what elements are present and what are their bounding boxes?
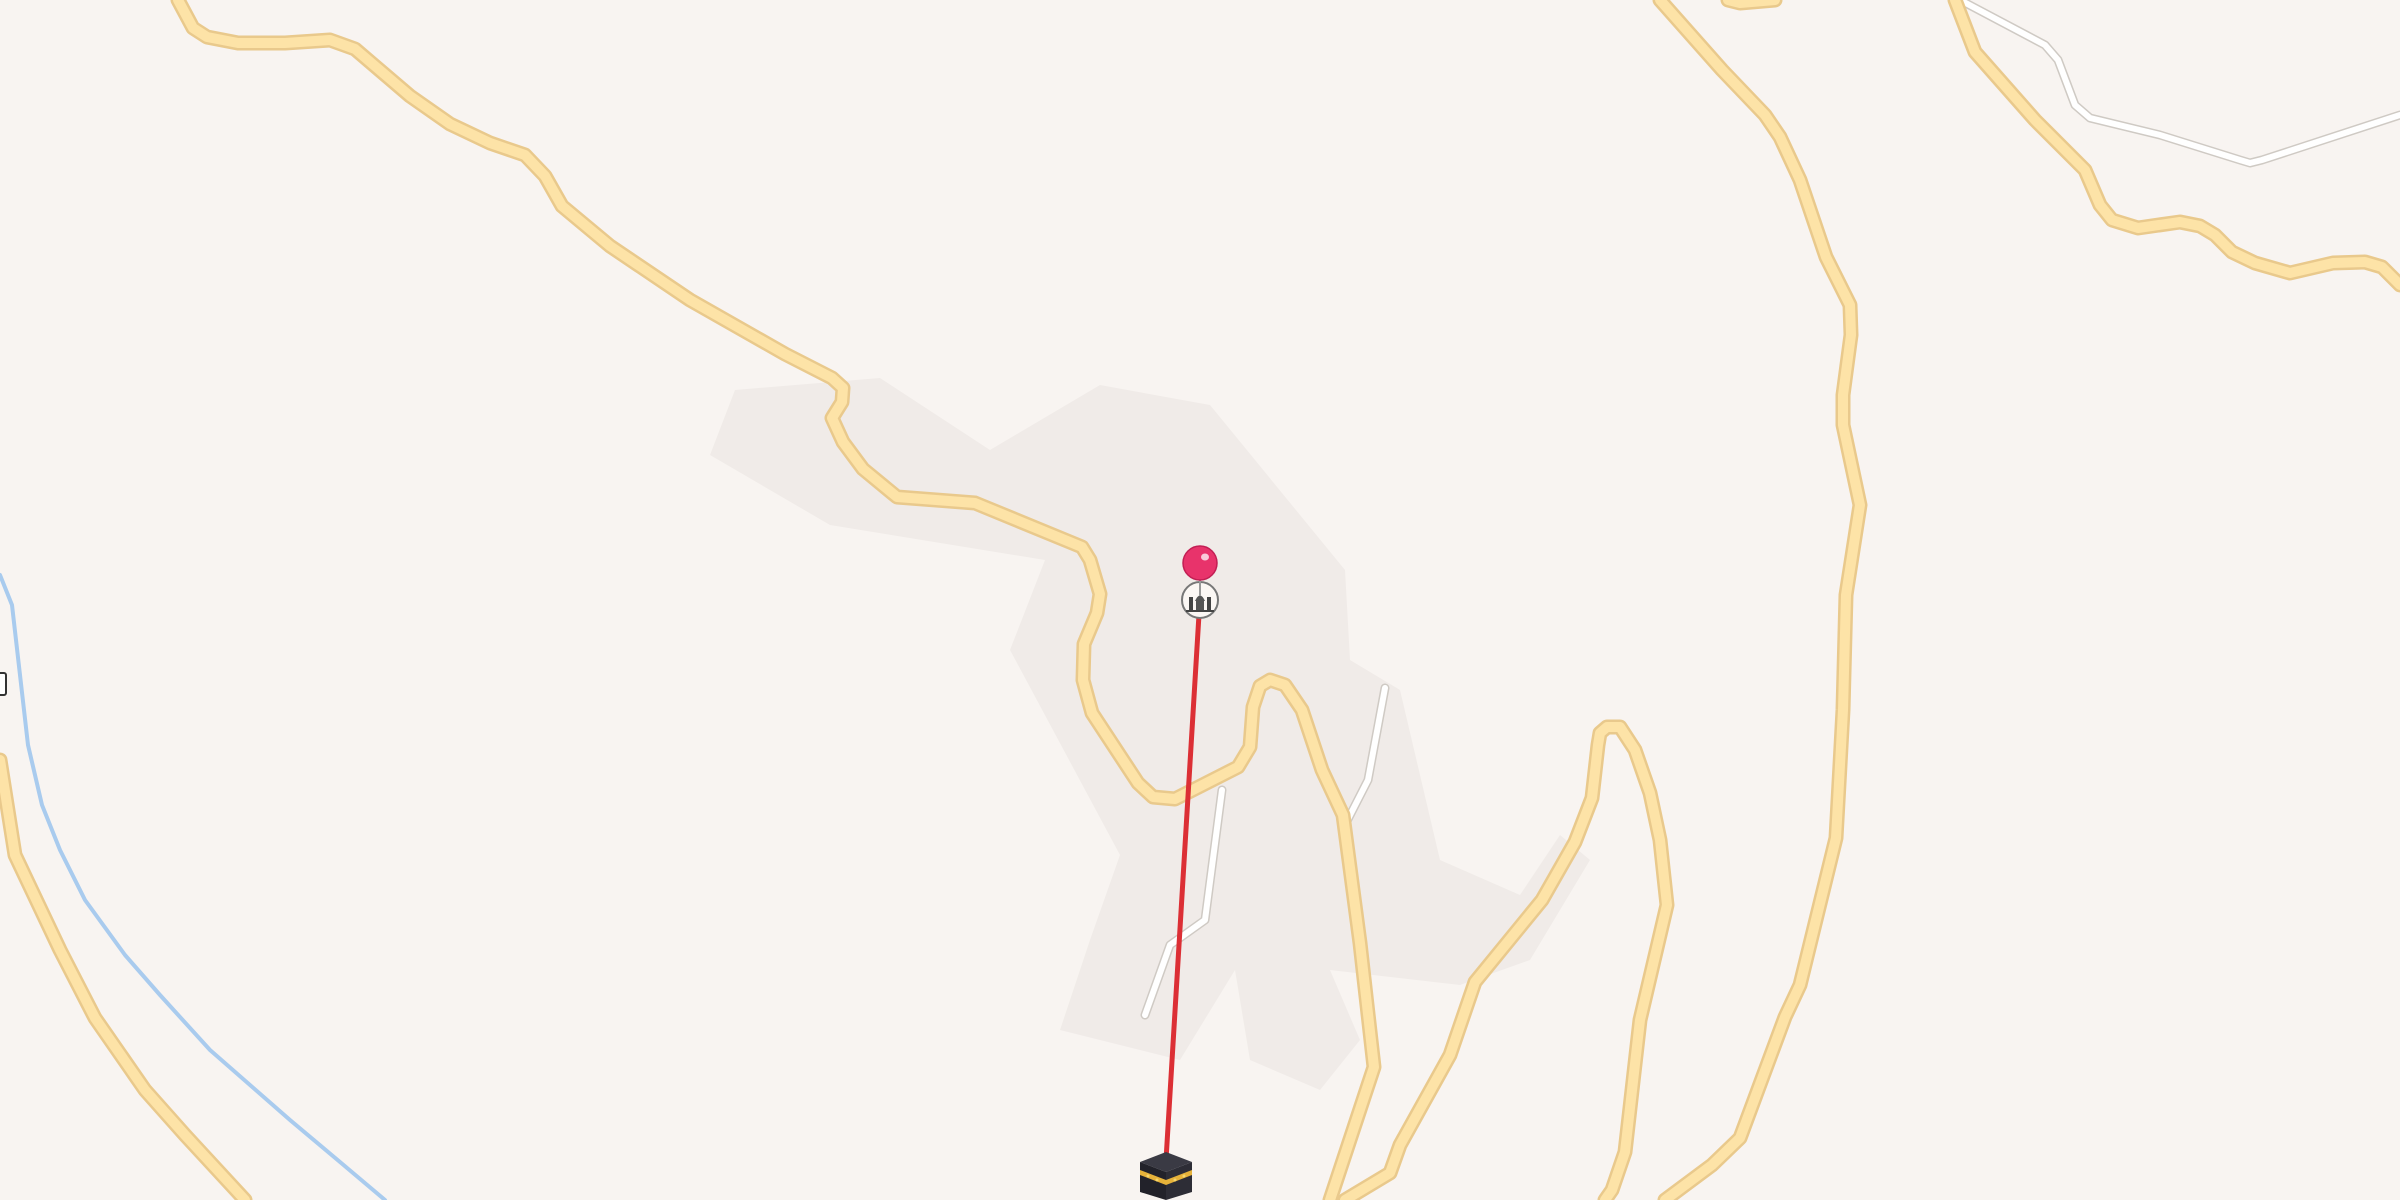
map-edge-control[interactable] [0, 672, 7, 696]
kaaba-icon[interactable] [1140, 1152, 1192, 1200]
map-canvas[interactable] [0, 0, 2400, 1200]
